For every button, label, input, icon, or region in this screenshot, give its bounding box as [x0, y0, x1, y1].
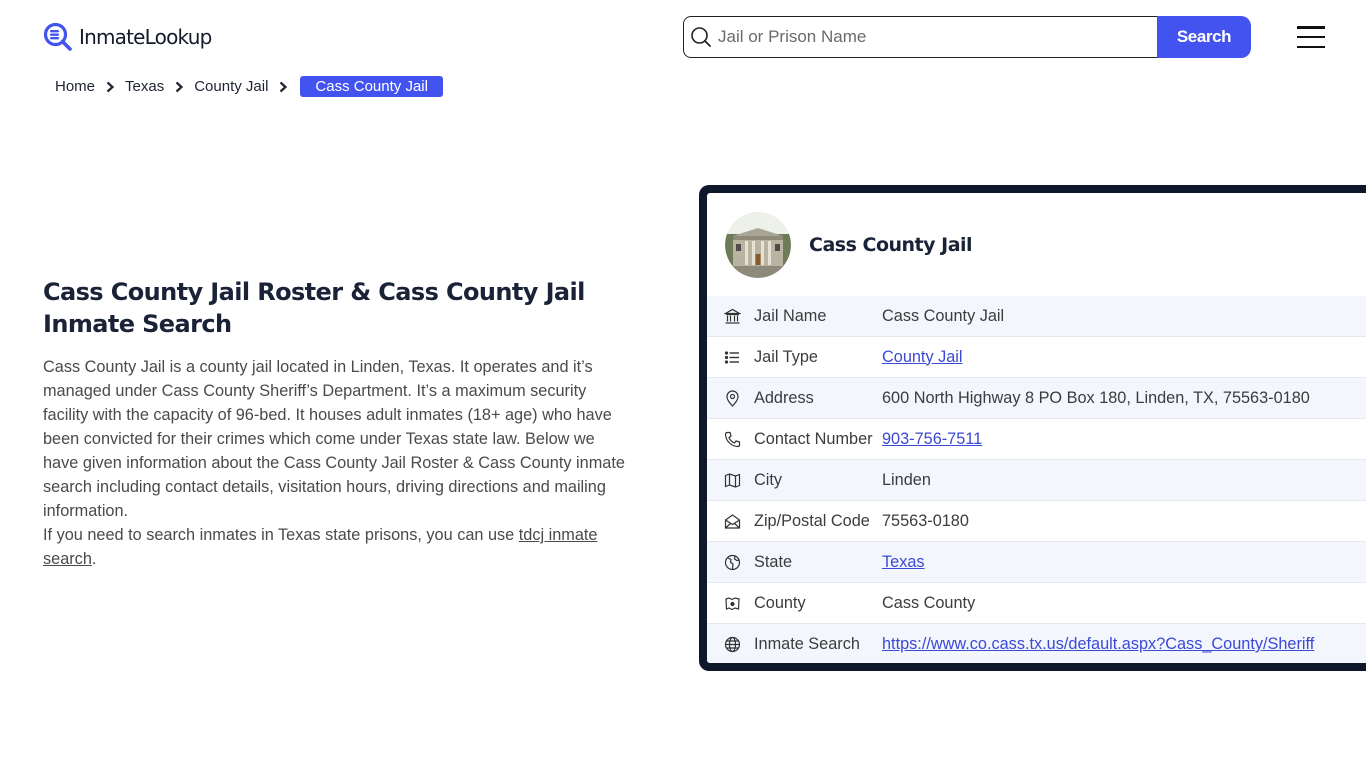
card-title: Cass County Jail — [809, 233, 973, 256]
table-row-city: City Linden — [707, 460, 1366, 501]
row-value: Cass County Jail — [882, 306, 1005, 325]
row-label: Jail Name — [754, 306, 827, 325]
row-label: Zip/Postal Code — [754, 511, 870, 530]
table-row-contact-number: Contact Number 903-756-7511 — [707, 419, 1366, 460]
breadcrumb-county-jail[interactable]: County Jail — [194, 78, 268, 95]
list-icon — [724, 350, 739, 364]
row-label: Jail Type — [754, 347, 818, 366]
logo-icon — [43, 22, 72, 51]
jail-type-link[interactable]: County Jail — [882, 348, 963, 367]
menu-line — [1297, 35, 1325, 39]
table-row-county: County Cass County — [707, 583, 1366, 624]
row-label: Contact Number — [754, 429, 873, 448]
state-link[interactable]: Texas — [882, 553, 925, 572]
bank-building-icon — [724, 308, 741, 324]
world-icon — [724, 636, 741, 653]
table-row-address: Address 600 North Highway 8 PO Box 180, … — [707, 378, 1366, 419]
globe-region-icon — [724, 554, 741, 570]
jail-building-photo — [725, 211, 791, 278]
search-input[interactable] — [718, 27, 1138, 47]
row-label: Inmate Search — [754, 635, 860, 653]
table-row-jail-type: Jail Type County Jail — [707, 337, 1366, 378]
intro-paragraph-tdcj: If you need to search inmates in Texas s… — [43, 523, 633, 571]
row-label: State — [754, 552, 793, 571]
jail-info-card: Cass County Jail Jail Name Cass County J… — [699, 185, 1366, 671]
breadcrumb-current: Cass County Jail — [300, 76, 443, 97]
menu-line — [1297, 45, 1325, 48]
menu-line — [1297, 26, 1325, 29]
row-label: Address — [754, 388, 814, 407]
row-label: County — [754, 593, 806, 612]
contact-number-link[interactable]: 903-756-7511 — [882, 430, 982, 449]
chevron-right-icon — [106, 81, 115, 92]
breadcrumb: Home Texas County Jail Cass County Jail — [55, 76, 443, 97]
tdcj-suffix: . — [91, 550, 97, 568]
tdcj-prefix: If you need to search inmates in Texas s… — [43, 526, 519, 544]
logo-text: InmateLookup — [79, 25, 212, 49]
hamburger-menu-icon[interactable] — [1297, 26, 1325, 48]
mail-open-icon — [724, 513, 741, 529]
intro-text: Cass County Jail is a county jail locate… — [43, 355, 633, 571]
row-value: Linden — [882, 470, 931, 489]
row-label: City — [754, 470, 783, 489]
page-title: Cass County Jail Roster & Cass County Ja… — [43, 278, 585, 338]
jail-details-table: Jail Name Cass County Jail Jail Type Cou… — [707, 296, 1366, 663]
table-row-jail-name: Jail Name Cass County Jail — [707, 296, 1366, 337]
chevron-right-icon — [280, 81, 288, 92]
search-field[interactable] — [683, 16, 1157, 58]
jail-info-card-body: Cass County Jail Jail Name Cass County J… — [707, 193, 1366, 663]
search-button[interactable]: Search — [1157, 16, 1251, 58]
phone-icon — [724, 431, 741, 447]
map-pin-icon — [726, 389, 739, 407]
intro-paragraph: Cass County Jail is a county jail locate… — [43, 358, 625, 520]
breadcrumb-home[interactable]: Home — [55, 78, 95, 95]
table-row-zip: Zip/Postal Code 75563-0180 — [707, 501, 1366, 542]
row-value: Cass County — [882, 593, 976, 612]
breadcrumb-texas[interactable]: Texas — [125, 78, 164, 95]
table-row-state: State Texas — [707, 542, 1366, 583]
table-row-inmate-search: Inmate Search https://www.co.cass.tx.us/… — [707, 624, 1366, 663]
row-value: 75563-0180 — [882, 511, 969, 530]
search-bar: Search — [683, 16, 1251, 58]
card-header: Cass County Jail — [707, 193, 1366, 296]
search-icon — [691, 27, 711, 47]
logo[interactable]: InmateLookup — [43, 22, 212, 52]
inmate-search-link[interactable]: https://www.co.cass.tx.us/default.aspx?C… — [882, 635, 1314, 654]
map-icon — [724, 472, 741, 488]
row-value: 600 North Highway 8 PO Box 180, Linden, … — [882, 388, 1310, 407]
county-map-icon — [725, 596, 740, 610]
chevron-right-icon — [175, 81, 184, 92]
